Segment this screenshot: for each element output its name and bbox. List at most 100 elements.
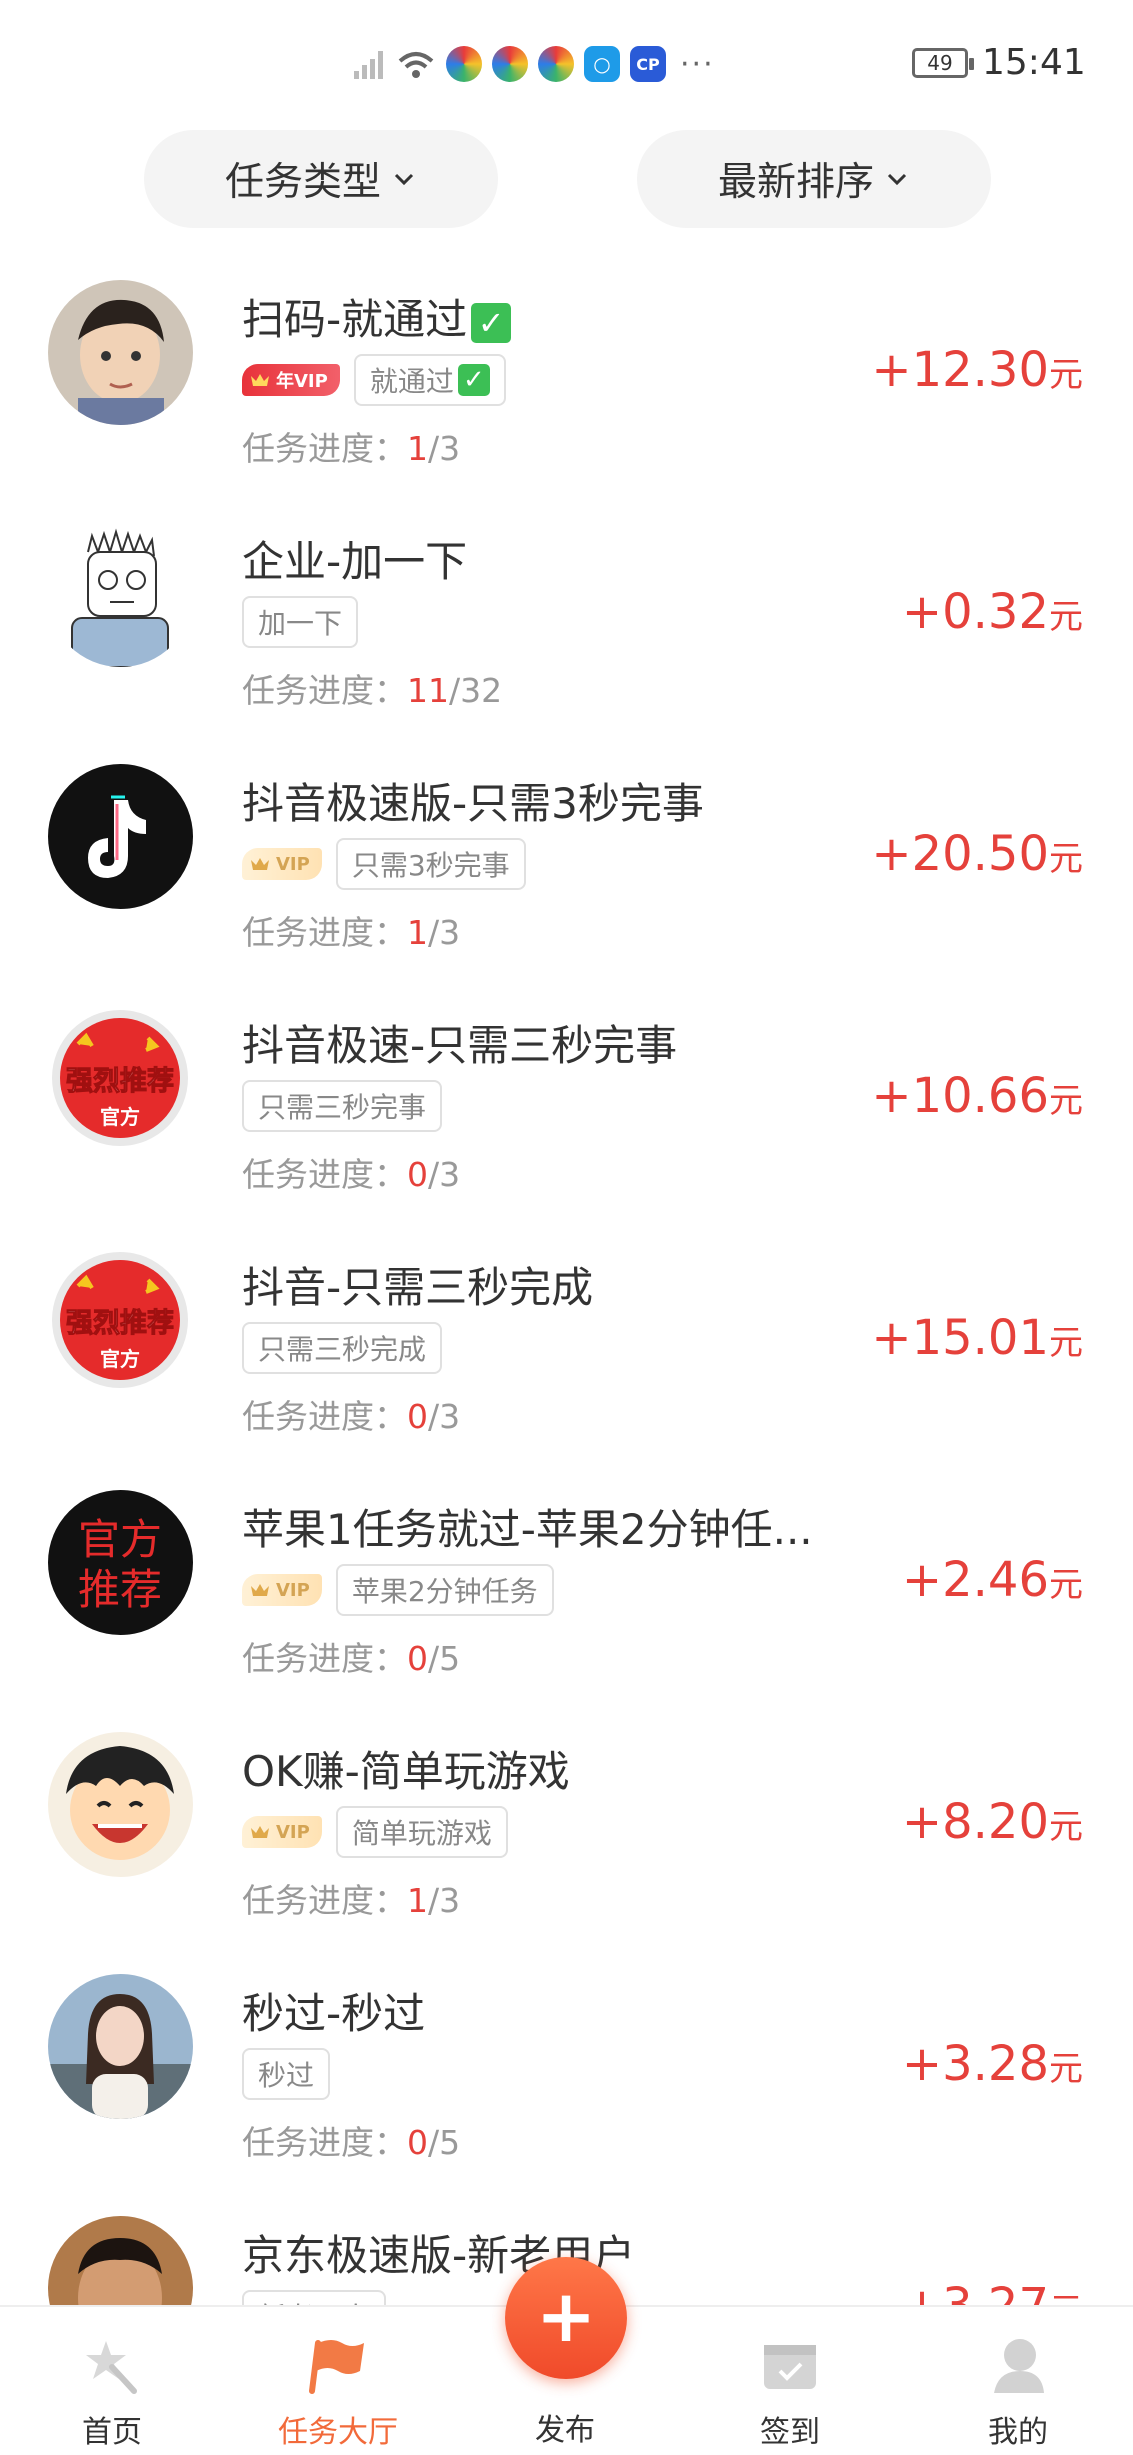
task-row[interactable]: 官方 推荐 苹果1任务就过-苹果2分钟任... VIP 苹果2分钟任务 任务进度：0/5 +… xyxy=(0,1482,1133,1724)
task-title: 扫码-就通过 ✓ xyxy=(242,286,512,347)
home-star-icon xyxy=(86,2341,137,2394)
progress-total: /5 xyxy=(428,2123,461,2162)
signal-icon xyxy=(352,47,386,81)
crown-icon xyxy=(251,1584,269,1596)
task-row[interactable]: 抖音极速版-只需3秒完事 VIP 只需3秒完事任务进度：1/3 +20.50元 xyxy=(0,756,1133,998)
nav-task-hall[interactable]: 任务大厅 xyxy=(238,2307,438,2455)
nav-mine[interactable]: 我的 xyxy=(918,2307,1118,2455)
task-avatar xyxy=(48,2216,193,2307)
app-notification-icon xyxy=(538,46,574,82)
task-row[interactable]: 扫码-就通过 ✓ 年VIP 就通过 ✓ 任务进度：1/3 +12.30元 xyxy=(0,272,1133,514)
task-avatar xyxy=(48,764,193,909)
crown-icon xyxy=(251,858,269,870)
task-avatar: 强烈推荐 官方 xyxy=(48,1006,193,1151)
app-notification-icon xyxy=(492,46,528,82)
task-tag-text: 加一下 xyxy=(258,607,343,640)
task-tags: 年VIP 就通过 ✓ xyxy=(242,354,506,406)
task-title-text: 扫码-就通过 xyxy=(242,295,468,344)
reward-amount: +2.46 xyxy=(901,1552,1049,1608)
task-title-text: 企业-加一下 xyxy=(242,537,468,586)
task-title-text: 抖音-只需三秒完成 xyxy=(242,1263,594,1312)
svg-text:官方: 官方 xyxy=(100,1105,140,1129)
task-row[interactable]: 强烈推荐 官方 抖音极速-只需三秒完事 只需三秒完事 任务进度：0/3 +10.66元 xyxy=(0,998,1133,1240)
status-bar: ○ CP ··· 49 15:41 xyxy=(0,0,1133,125)
task-reward: +8.20元 xyxy=(902,1794,1083,1850)
reward-amount: +3.27 xyxy=(901,2278,1049,2307)
reward-amount: +0.32 xyxy=(901,584,1049,640)
progress-done: 1 xyxy=(407,913,428,952)
nav-home-label: 首页 xyxy=(82,2415,142,2450)
task-reward: +3.28元 xyxy=(902,2036,1083,2092)
reward-amount: +15.01 xyxy=(871,1310,1049,1366)
task-tag: 秒过 xyxy=(242,2048,331,2100)
task-tags: VIP 只需3秒完事 xyxy=(242,838,526,890)
status-icons: ○ CP ··· xyxy=(352,44,715,84)
progress-total: /3 xyxy=(428,1397,461,1436)
task-row[interactable]: 企业-加一下 加一下 任务进度：11/32 +0.32元 xyxy=(0,514,1133,756)
task-progress: 任务进度：0/3 xyxy=(242,1148,460,1196)
task-title: 企业-加一下 xyxy=(242,528,467,589)
publish-button[interactable]: + xyxy=(505,2257,627,2379)
task-tag: 简单玩游戏 xyxy=(335,1806,508,1858)
nav-checkin[interactable]: 签到 xyxy=(690,2307,890,2455)
vip-badge: VIP xyxy=(242,848,322,880)
progress-done: 1 xyxy=(407,429,428,468)
progress-label: 任务进度： xyxy=(242,913,407,952)
nav-home[interactable]: 首页 xyxy=(12,2307,212,2455)
svg-text:官方: 官方 xyxy=(100,1347,140,1371)
reward-amount: +3.28 xyxy=(901,2036,1049,2092)
task-title: 抖音极速版-只需3秒完事 xyxy=(242,770,704,831)
task-progress: 任务进度：0/5 xyxy=(242,1632,460,1680)
user-icon xyxy=(994,2339,1044,2393)
progress-label: 任务进度： xyxy=(242,429,407,468)
task-avatar xyxy=(48,1732,193,1877)
plus-icon: + xyxy=(535,2274,597,2358)
progress-done: 11 xyxy=(407,671,449,710)
svg-text:强烈推荐: 强烈推荐 xyxy=(66,1308,174,1339)
task-row[interactable]: OK赚-简单玩游戏 VIP 简单玩游戏 任务进度：1/3 +8.20元 xyxy=(0,1724,1133,1966)
task-avatar: 官方 推荐 xyxy=(48,1490,193,1635)
progress-label: 任务进度： xyxy=(242,1155,407,1194)
task-tag-text: 就通过 xyxy=(369,365,454,398)
task-row[interactable]: 强烈推荐官方 抖音-只需三秒完成 只需三秒完成任务进度：0/3 +15.01元 xyxy=(0,1240,1133,1482)
vip-label: VIP xyxy=(276,1821,310,1843)
check-mark-icon: ✓ xyxy=(457,364,490,396)
more-notifications-icon: ··· xyxy=(680,46,715,82)
progress-total: /32 xyxy=(449,671,503,710)
filter-bar: 任务类型 最新排序 xyxy=(0,130,1133,230)
task-reward: +20.50元 xyxy=(871,826,1083,882)
task-progress: 任务进度：11/32 xyxy=(242,664,502,712)
task-row[interactable]: 秒过-秒过 秒过 任务进度：0/5 +3.28元 xyxy=(0,1966,1133,2208)
task-tag: 就通过 ✓ xyxy=(353,354,506,406)
vip-badge: VIP xyxy=(242,1574,322,1606)
task-avatar xyxy=(48,280,193,425)
reward-unit: 元 xyxy=(1049,2049,1083,2089)
task-avatar xyxy=(48,1974,193,2119)
nav-mine-label: 我的 xyxy=(988,2415,1048,2450)
sort-label: 最新排序 xyxy=(717,160,874,205)
task-reward: +15.01元 xyxy=(871,1310,1083,1366)
task-list: 扫码-就通过 ✓ 年VIP 就通过 ✓ 任务进度：1/3 +12.30元 企业-加一下 加一下任… xyxy=(0,272,1133,2307)
task-tag: 只需3秒完事 xyxy=(335,838,526,890)
vip-badge: VIP xyxy=(242,1816,322,1848)
app-notification-icon xyxy=(446,46,482,82)
progress-total: /3 xyxy=(428,913,461,952)
progress-done: 0 xyxy=(407,2123,428,2162)
sort-filter[interactable]: 最新排序 xyxy=(637,130,991,228)
progress-done: 0 xyxy=(407,1397,428,1436)
task-tag: 加一下 xyxy=(242,596,359,648)
reward-unit: 元 xyxy=(1049,839,1083,879)
task-tags: 加一下 xyxy=(242,596,359,648)
task-tag-text: 只需3秒完事 xyxy=(351,849,510,882)
task-title: 秒过-秒过 xyxy=(242,1980,425,2041)
reward-unit: 元 xyxy=(1049,1081,1083,1121)
check-mark-icon: ✓ xyxy=(471,303,512,343)
progress-done: 0 xyxy=(407,1155,428,1194)
task-tag: 只需三秒完事 xyxy=(242,1080,443,1132)
task-type-filter[interactable]: 任务类型 xyxy=(144,130,498,228)
progress-label: 任务进度： xyxy=(242,1397,407,1436)
task-title: 抖音-只需三秒完成 xyxy=(242,1254,593,1315)
task-reward: +10.66元 xyxy=(871,1068,1083,1124)
reward-amount: +12.30 xyxy=(871,342,1049,398)
task-tags: 只需三秒完成 xyxy=(242,1322,443,1374)
